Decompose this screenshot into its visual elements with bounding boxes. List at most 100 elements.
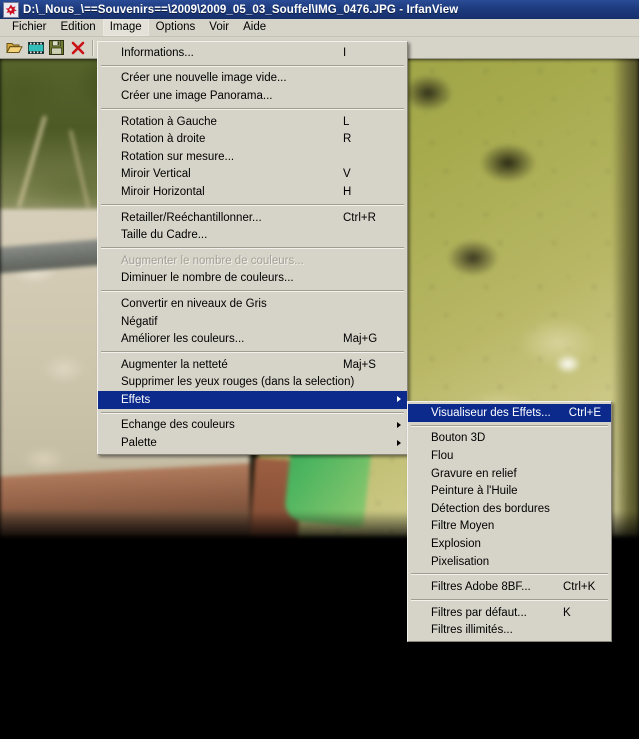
menu-item-shortcut: I: [343, 46, 347, 59]
menu-item[interactable]: Miroir Horizontal H: [98, 183, 407, 201]
menu-separator: [411, 598, 608, 601]
menu-separator: [101, 64, 404, 67]
menu-item[interactable]: Filtres illimités...: [408, 622, 611, 640]
menu-item[interactable]: Retailler/Reéchantillonner... Ctrl+R: [98, 209, 407, 227]
menu-item-label: Echange des couleurs: [121, 419, 235, 432]
menubar-item-options[interactable]: Options: [149, 19, 203, 36]
irfanview-window: D:\_Nous_\==Souvenirs==\2009\2009_05_03_…: [0, 0, 639, 739]
menu-item-label: Diminuer le nombre de couleurs...: [121, 272, 294, 285]
save-floppy-icon[interactable]: [46, 38, 67, 58]
menu-item-label: Miroir Vertical: [121, 168, 191, 181]
menu-item-shortcut: L: [343, 115, 350, 128]
menu-item-shortcut: V: [343, 168, 351, 181]
menu-item-label: Augmenter le nombre de couleurs...: [121, 254, 304, 267]
menu-item[interactable]: Palette: [98, 434, 407, 452]
menu-item[interactable]: Augmenter la netteté Maj+S: [98, 356, 407, 374]
menu-item[interactable]: Filtres Adobe 8BF... Ctrl+K: [408, 578, 611, 596]
menu-item[interactable]: Filtres par défaut... K: [408, 604, 611, 622]
menu-item[interactable]: Taille du Cadre...: [98, 226, 407, 244]
menubar-item-image[interactable]: Image: [102, 19, 149, 36]
photo-right-edge-shadow: [612, 59, 639, 536]
menu-item[interactable]: Rotation à droite R: [98, 130, 407, 148]
irfanview-logo-icon: [3, 1, 19, 18]
menu-separator: [101, 107, 404, 110]
menu-item-shortcut: Maj+G: [343, 333, 378, 346]
title-bar: D:\_Nous_\==Souvenirs==\2009\2009_05_03_…: [0, 0, 639, 19]
window-title: D:\_Nous_\==Souvenirs==\2009\2009_05_03_…: [23, 3, 459, 16]
menu-item-label: Améliorer les couleurs...: [121, 333, 245, 346]
effects-submenu[interactable]: Visualiseur des Effets... Ctrl+E Bouton 3D…: [407, 401, 612, 643]
menu-item-label: Peinture à l'Huile: [431, 485, 518, 498]
menu-item[interactable]: Convertir en niveaux de Gris: [98, 295, 407, 313]
menu-item-label: Visualiseur des Effets...: [431, 406, 551, 419]
menu-item-label: Bouton 3D: [431, 432, 486, 445]
menu-item[interactable]: Gravure en relief: [408, 465, 611, 483]
menu-item-label: Palette: [121, 437, 157, 450]
menu-item-label: Créer une nouvelle image vide...: [121, 72, 287, 85]
menu-item-label: Pixelisation: [431, 555, 490, 568]
menu-item: Augmenter le nombre de couleurs...: [98, 252, 407, 270]
open-folder-icon[interactable]: [4, 38, 25, 58]
menu-item[interactable]: Rotation sur mesure...: [98, 148, 407, 166]
menu-item[interactable]: Visualiseur des Effets... Ctrl+E: [408, 404, 611, 422]
menu-item-label: Augmenter la netteté: [121, 358, 228, 371]
menu-separator: [411, 573, 608, 576]
menu-item[interactable]: Diminuer le nombre de couleurs...: [98, 270, 407, 288]
menu-item-shortcut: Ctrl+E: [568, 406, 602, 419]
menu-item[interactable]: Négatif: [98, 313, 407, 331]
photo-highlight: [555, 354, 581, 374]
menu-item-shortcut: Maj+S: [343, 358, 376, 371]
menu-item-label: Taille du Cadre...: [121, 229, 208, 242]
menu-item[interactable]: Flou: [408, 447, 611, 465]
submenu-arrow-icon: [397, 396, 401, 403]
thumbnails-filmstrip-icon[interactable]: [25, 38, 46, 58]
menu-item-shortcut: Ctrl+K: [563, 581, 596, 594]
image-dropdown-menu[interactable]: Informations... I Créer une nouvelle image…: [97, 41, 408, 455]
menu-item[interactable]: Détection des bordures: [408, 500, 611, 518]
menu-item-label: Rotation à droite: [121, 133, 206, 146]
menu-bar: Fichier Edition Image Options Voir Aide: [0, 19, 639, 37]
menubar-item-edition[interactable]: Edition: [54, 19, 103, 36]
menu-item[interactable]: Pixelisation: [408, 553, 611, 571]
menubar-item-fichier[interactable]: Fichier: [5, 19, 54, 36]
menu-item-label: Supprimer les yeux rouges (dans la selec…: [121, 376, 355, 389]
menu-item-shortcut: R: [343, 133, 352, 146]
menu-item-label: Filtre Moyen: [431, 520, 495, 533]
toolbar-separator: [92, 39, 94, 56]
menu-item[interactable]: Informations... I: [98, 44, 407, 62]
menu-item[interactable]: Améliorer les couleurs... Maj+G: [98, 330, 407, 348]
menu-separator: [101, 290, 404, 293]
menu-item[interactable]: Effets: [98, 391, 407, 409]
menu-item[interactable]: Filtre Moyen: [408, 518, 611, 536]
menu-separator: [101, 411, 404, 414]
menu-item[interactable]: Peinture à l'Huile: [408, 482, 611, 500]
submenu-arrow-icon: [397, 439, 401, 446]
menu-item-label: Filtres Adobe 8BF...: [431, 581, 531, 594]
menu-item[interactable]: Créer une nouvelle image vide...: [98, 70, 407, 88]
menu-item[interactable]: Bouton 3D: [408, 430, 611, 448]
menu-item-label: Gravure en relief: [431, 467, 517, 480]
menubar-item-voir[interactable]: Voir: [202, 19, 236, 36]
menu-item-label: Créer une image Panorama...: [121, 89, 273, 102]
delete-red-x-icon[interactable]: [67, 38, 88, 58]
menu-separator: [411, 424, 608, 427]
menu-item-label: Miroir Horizontal: [121, 185, 205, 198]
menu-item[interactable]: Créer une image Panorama...: [98, 87, 407, 105]
menu-item[interactable]: Supprimer les yeux rouges (dans la selec…: [98, 374, 407, 392]
menu-item[interactable]: Rotation à Gauche L: [98, 113, 407, 131]
menu-item[interactable]: Miroir Vertical V: [98, 166, 407, 184]
menu-separator: [101, 203, 404, 206]
menu-item-shortcut: H: [343, 185, 352, 198]
menu-item-label: Détection des bordures: [431, 502, 550, 515]
menu-item[interactable]: Explosion: [408, 535, 611, 553]
submenu-arrow-icon: [397, 421, 401, 428]
menu-item-label: Filtres illimités...: [431, 624, 513, 637]
menu-item-label: Rotation sur mesure...: [121, 150, 235, 163]
menu-separator: [101, 246, 404, 249]
menubar-item-aide[interactable]: Aide: [236, 19, 273, 36]
menu-item-label: Effets: [121, 393, 151, 406]
menu-item-label: Flou: [431, 449, 454, 462]
menu-item-label: Négatif: [121, 315, 158, 328]
menu-item-label: Filtres par défaut...: [431, 606, 527, 619]
menu-item[interactable]: Echange des couleurs: [98, 417, 407, 435]
